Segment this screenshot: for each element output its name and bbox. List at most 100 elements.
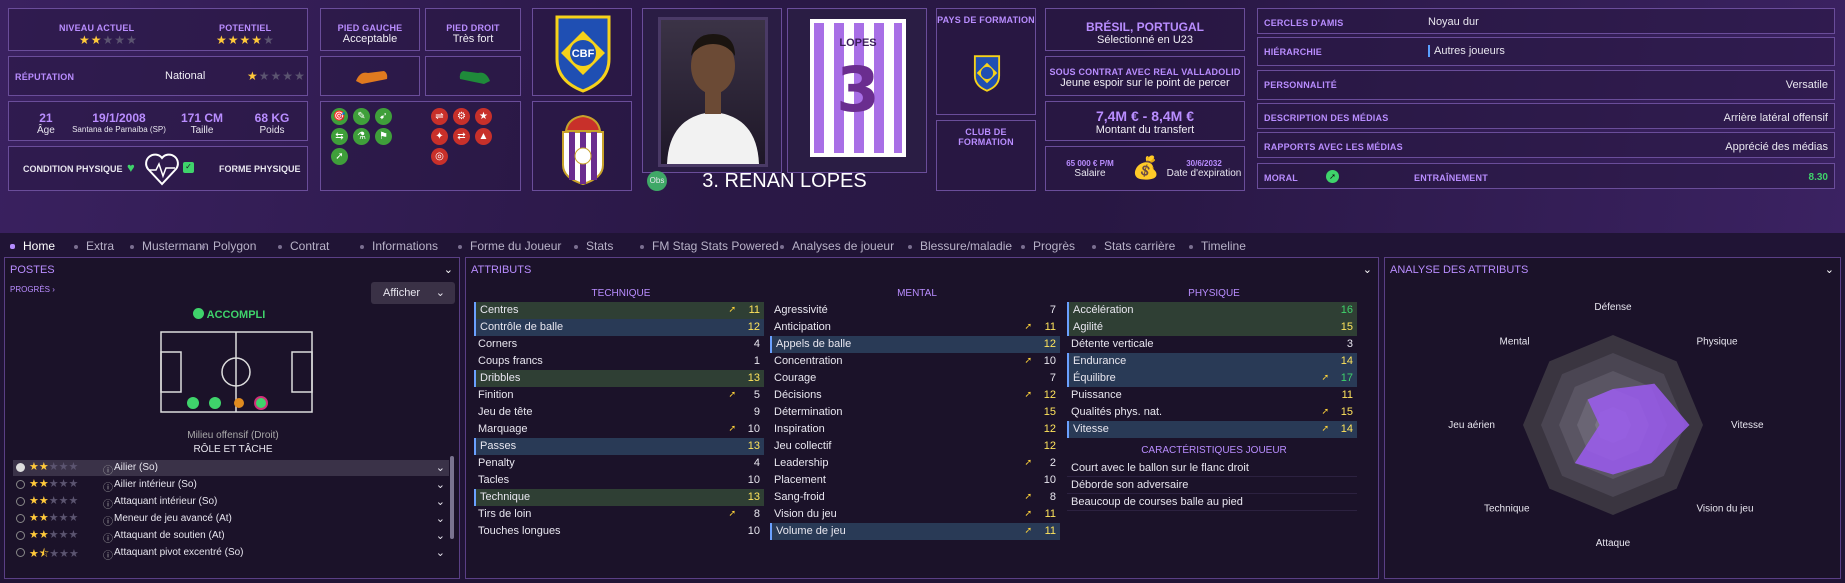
radio-button[interactable] bbox=[16, 514, 25, 523]
attribute-row[interactable]: Courage 7 bbox=[770, 370, 1060, 387]
trait-negative-icon[interactable]: ⇌ bbox=[431, 108, 448, 125]
tab-contrat[interactable]: Contrat bbox=[278, 239, 329, 253]
attribute-row[interactable]: Coups francs 1 bbox=[474, 353, 764, 370]
attribute-row[interactable]: Corners 4 bbox=[474, 336, 764, 353]
trait-positive-icon[interactable]: ⚗ bbox=[353, 128, 370, 145]
radio-button[interactable] bbox=[16, 463, 25, 472]
attribute-row[interactable]: Vitesse ➚ 14 bbox=[1067, 421, 1357, 438]
tab-progr-s[interactable]: Progrès bbox=[1021, 239, 1075, 253]
tab-analyses-de-joueur[interactable]: Analyses de joueur bbox=[780, 239, 894, 253]
radio-button[interactable] bbox=[16, 548, 25, 557]
attribute-row[interactable]: Touches longues 10 bbox=[474, 523, 764, 540]
attribute-row[interactable]: Leadership ➚ 2 bbox=[770, 455, 1060, 472]
chevron-down-icon[interactable]: ⌄ bbox=[436, 512, 445, 525]
chevron-down-icon[interactable]: ⌄ bbox=[444, 263, 453, 276]
info-label: RAPPORTS AVEC LES MÉDIAS bbox=[1264, 142, 1403, 152]
trait-negative-icon[interactable]: ⚙ bbox=[453, 108, 470, 125]
attribute-row[interactable]: Jeu de tête 9 bbox=[474, 404, 764, 421]
attribute-row[interactable]: Jeu collectif 12 bbox=[770, 438, 1060, 455]
attribute-row[interactable]: Volume de jeu ➚ 11 bbox=[770, 523, 1060, 540]
trait-positive-icon[interactable]: 🎯 bbox=[331, 108, 348, 125]
attribute-row[interactable]: Équilibre ➚ 17 bbox=[1067, 370, 1357, 387]
attribute-row[interactable]: Détermination 15 bbox=[770, 404, 1060, 421]
attribute-row[interactable]: Concentration ➚ 10 bbox=[770, 353, 1060, 370]
tab-blessure-maladie[interactable]: Blessure/maladie bbox=[908, 239, 1012, 253]
role-row[interactable]: ★★★★★ ⓘ Meneur de jeu avancé (At) ⌄ bbox=[13, 511, 449, 528]
role-row[interactable]: ★★★★★ ⓘ Ailier (So) ⌄ bbox=[13, 460, 449, 477]
tab-stats[interactable]: Stats bbox=[574, 239, 613, 253]
radio-button[interactable] bbox=[16, 497, 25, 506]
attribute-row[interactable]: Anticipation ➚ 11 bbox=[770, 319, 1060, 336]
attribute-row[interactable]: Finition ➚ 5 bbox=[474, 387, 764, 404]
radio-button[interactable] bbox=[16, 531, 25, 540]
chevron-down-icon[interactable]: ⌄ bbox=[436, 495, 445, 508]
attribute-row[interactable]: Dribbles 13 bbox=[474, 370, 764, 387]
info-icon[interactable]: ⓘ bbox=[103, 513, 113, 528]
tab-fm-stag-stats-powered[interactable]: FM Stag Stats Powered bbox=[640, 239, 779, 253]
attribute-row[interactable]: Tacles 10 bbox=[474, 472, 764, 489]
attribute-row[interactable]: Agressivité 7 bbox=[770, 302, 1060, 319]
trait-positive-icon[interactable]: ⇆ bbox=[331, 128, 348, 145]
tab-informations[interactable]: Informations bbox=[360, 239, 438, 253]
attribute-row[interactable]: Accélération 16 bbox=[1067, 302, 1357, 319]
attribute-row[interactable]: Puissance 11 bbox=[1067, 387, 1357, 404]
arrow-up-icon: ➚ bbox=[1024, 508, 1032, 518]
attribute-row[interactable]: Inspiration 12 bbox=[770, 421, 1060, 438]
attribute-row[interactable]: Tirs de loin ➚ 8 bbox=[474, 506, 764, 523]
progres-link[interactable]: PROGRÈS › bbox=[10, 285, 55, 294]
attribute-row[interactable]: Marquage ➚ 10 bbox=[474, 421, 764, 438]
tab-extra[interactable]: Extra bbox=[74, 239, 114, 253]
radio-button[interactable] bbox=[16, 480, 25, 489]
trait-negative-icon[interactable]: ★ bbox=[475, 108, 492, 125]
trait-positive-icon[interactable]: ⚑ bbox=[375, 128, 392, 145]
attribute-row[interactable]: Appels de balle 12 bbox=[770, 336, 1060, 353]
role-stars: ★★★★★ bbox=[29, 477, 78, 490]
role-row[interactable]: ★★★★★ ⓘ Ailier intérieur (So) ⌄ bbox=[13, 477, 449, 494]
info-icon[interactable]: ⓘ bbox=[103, 530, 113, 545]
attribute-row[interactable]: Qualités phys. nat. ➚ 15 bbox=[1067, 404, 1357, 421]
tab-timeline[interactable]: Timeline bbox=[1189, 239, 1246, 253]
attribute-row[interactable]: Sang-froid ➚ 8 bbox=[770, 489, 1060, 506]
attribute-row[interactable]: Agilité 15 bbox=[1067, 319, 1357, 336]
attribute-row[interactable]: Placement 10 bbox=[770, 472, 1060, 489]
attribute-row[interactable]: Penalty 4 bbox=[474, 455, 764, 472]
info-icon[interactable]: ⓘ bbox=[103, 479, 113, 494]
role-row[interactable]: ★★★★★ ⓘ Attaquant de soutien (At) ⌄ bbox=[13, 528, 449, 545]
tab-mustermann[interactable]: Mustermann bbox=[130, 239, 209, 253]
scrollbar[interactable] bbox=[450, 456, 454, 539]
star-icon: ★ bbox=[68, 461, 79, 473]
attribute-row[interactable]: Décisions ➚ 12 bbox=[770, 387, 1060, 404]
attribute-row[interactable]: Vision du jeu ➚ 11 bbox=[770, 506, 1060, 523]
info-icon[interactable]: ⓘ bbox=[103, 496, 113, 511]
chevron-down-icon[interactable]: ⌄ bbox=[436, 529, 445, 542]
chevron-down-icon[interactable]: ⌄ bbox=[436, 478, 445, 491]
role-row[interactable]: ★★★★★ ⓘ Attaquant intérieur (So) ⌄ bbox=[13, 494, 449, 511]
attribute-row[interactable]: Centres ➚ 11 bbox=[474, 302, 764, 319]
attribute-name: Concentration bbox=[774, 355, 843, 367]
tab-polygon[interactable]: Polygon bbox=[201, 239, 256, 253]
trait-negative-icon[interactable]: ⇄ bbox=[453, 128, 470, 145]
chevron-down-icon[interactable]: ⌄ bbox=[436, 461, 445, 474]
trait-negative-icon[interactable]: ◎ bbox=[431, 148, 448, 165]
info-icon[interactable]: ⓘ bbox=[103, 462, 113, 477]
attribute-row[interactable]: Endurance 14 bbox=[1067, 353, 1357, 370]
trait-negative-icon[interactable]: ✦ bbox=[431, 128, 448, 145]
afficher-dropdown[interactable]: Afficher ⌄ bbox=[371, 282, 455, 304]
attribute-row[interactable]: Passes 13 bbox=[474, 438, 764, 455]
chevron-down-icon[interactable]: ⌄ bbox=[436, 546, 445, 559]
tab-stats-carri-re[interactable]: Stats carrière bbox=[1092, 239, 1175, 253]
money-bag-icon: 💰 bbox=[1132, 155, 1160, 180]
tab-forme-du-joueur[interactable]: Forme du Joueur bbox=[458, 239, 561, 253]
trait-negative-icon[interactable]: ▲ bbox=[475, 128, 492, 145]
attribute-row[interactable]: Détente verticale 3 bbox=[1067, 336, 1357, 353]
role-row[interactable]: ★⯪★★★ ⓘ Attaquant pivot excentré (So) ⌄ bbox=[13, 545, 449, 562]
heartbeat-icon bbox=[145, 153, 179, 186]
tab-home[interactable]: Home bbox=[10, 239, 55, 253]
trait-positive-icon[interactable]: ➹ bbox=[375, 108, 392, 125]
attribute-row[interactable]: Technique 13 bbox=[474, 489, 764, 506]
info-icon[interactable]: ⓘ bbox=[103, 547, 113, 562]
chevron-down-icon[interactable]: ⌄ bbox=[1363, 263, 1372, 276]
trait-positive-icon[interactable]: ✎ bbox=[353, 108, 370, 125]
trait-positive-icon[interactable]: ➚ bbox=[331, 148, 348, 165]
attribute-row[interactable]: Contrôle de balle 12 bbox=[474, 319, 764, 336]
